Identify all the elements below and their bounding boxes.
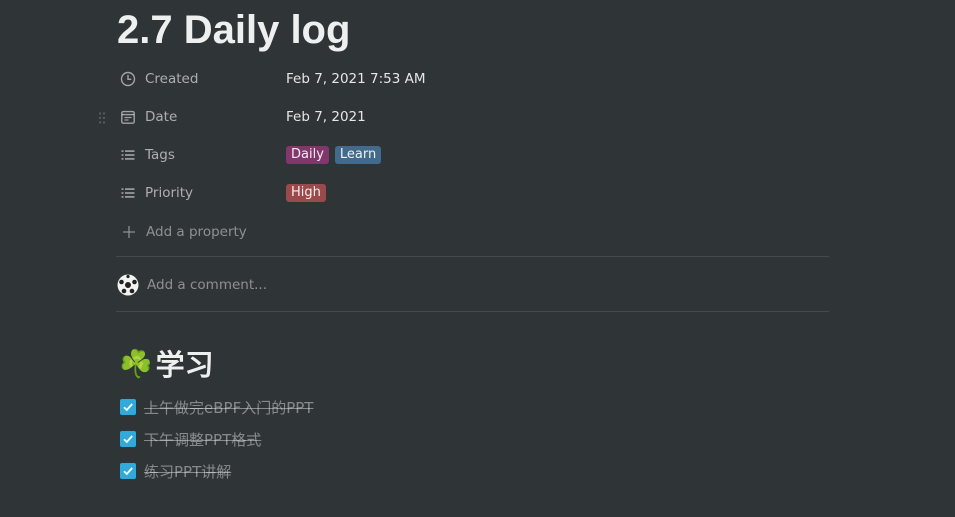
property-value-tags[interactable]: Daily Learn xyxy=(286,146,382,164)
heading-text: 学习 xyxy=(155,348,214,382)
divider xyxy=(116,311,829,312)
property-row-date[interactable]: Date Feb 7, 2021 xyxy=(116,100,828,134)
add-property-button[interactable]: Add a property xyxy=(118,222,247,242)
calendar-icon xyxy=(119,108,137,126)
todo-item[interactable]: 上午做完eBPF入门的PPT xyxy=(120,395,313,419)
tag-high[interactable]: High xyxy=(286,184,326,202)
comment-input[interactable]: Add a comment... xyxy=(117,273,267,297)
tag-learn[interactable]: Learn xyxy=(334,146,382,164)
drag-handle-icon[interactable] xyxy=(97,110,107,124)
property-label: Created xyxy=(145,71,199,87)
property-value-date[interactable]: Feb 7, 2021 xyxy=(286,109,366,125)
todo-item[interactable]: 练习PPT讲解 xyxy=(120,459,231,483)
todo-item[interactable]: 下午调整PPT格式 xyxy=(120,427,261,451)
divider xyxy=(116,256,829,257)
property-name-priority[interactable]: Priority xyxy=(116,184,286,202)
property-name-created[interactable]: Created xyxy=(116,70,286,88)
property-row-tags[interactable]: Tags Daily Learn xyxy=(116,138,828,172)
todo-text[interactable]: 练习PPT讲解 xyxy=(144,461,231,482)
property-name-tags[interactable]: Tags xyxy=(116,146,286,164)
clock-icon xyxy=(119,70,137,88)
checkbox-checked-icon[interactable] xyxy=(120,399,136,415)
notion-page: 2.7 Daily log Created Feb 7, 2021 7:53 A… xyxy=(0,0,955,517)
plus-icon xyxy=(120,223,138,241)
property-row-created[interactable]: Created Feb 7, 2021 7:53 AM xyxy=(116,62,828,96)
todo-text[interactable]: 下午调整PPT格式 xyxy=(144,429,261,450)
section-heading[interactable]: ☘️ 学习 xyxy=(119,345,214,385)
property-row-priority[interactable]: Priority High xyxy=(116,176,828,210)
add-property-label: Add a property xyxy=(146,224,247,240)
list-icon xyxy=(119,184,137,202)
property-value-created: Feb 7, 2021 7:53 AM xyxy=(286,71,426,87)
property-value-priority[interactable]: High xyxy=(286,184,326,202)
property-label: Tags xyxy=(145,147,175,163)
tag-daily[interactable]: Daily xyxy=(286,146,329,164)
todo-text[interactable]: 上午做完eBPF入门的PPT xyxy=(144,397,313,418)
list-icon xyxy=(119,146,137,164)
property-name-date[interactable]: Date xyxy=(116,108,286,126)
avatar xyxy=(117,274,139,296)
comment-placeholder: Add a comment... xyxy=(147,277,268,293)
checkbox-checked-icon[interactable] xyxy=(120,431,136,447)
checkbox-checked-icon[interactable] xyxy=(120,463,136,479)
property-label: Priority xyxy=(145,185,194,201)
page-title[interactable]: 2.7 Daily log xyxy=(117,6,350,54)
property-label: Date xyxy=(145,109,178,125)
clover-icon: ☘️ xyxy=(119,349,153,380)
